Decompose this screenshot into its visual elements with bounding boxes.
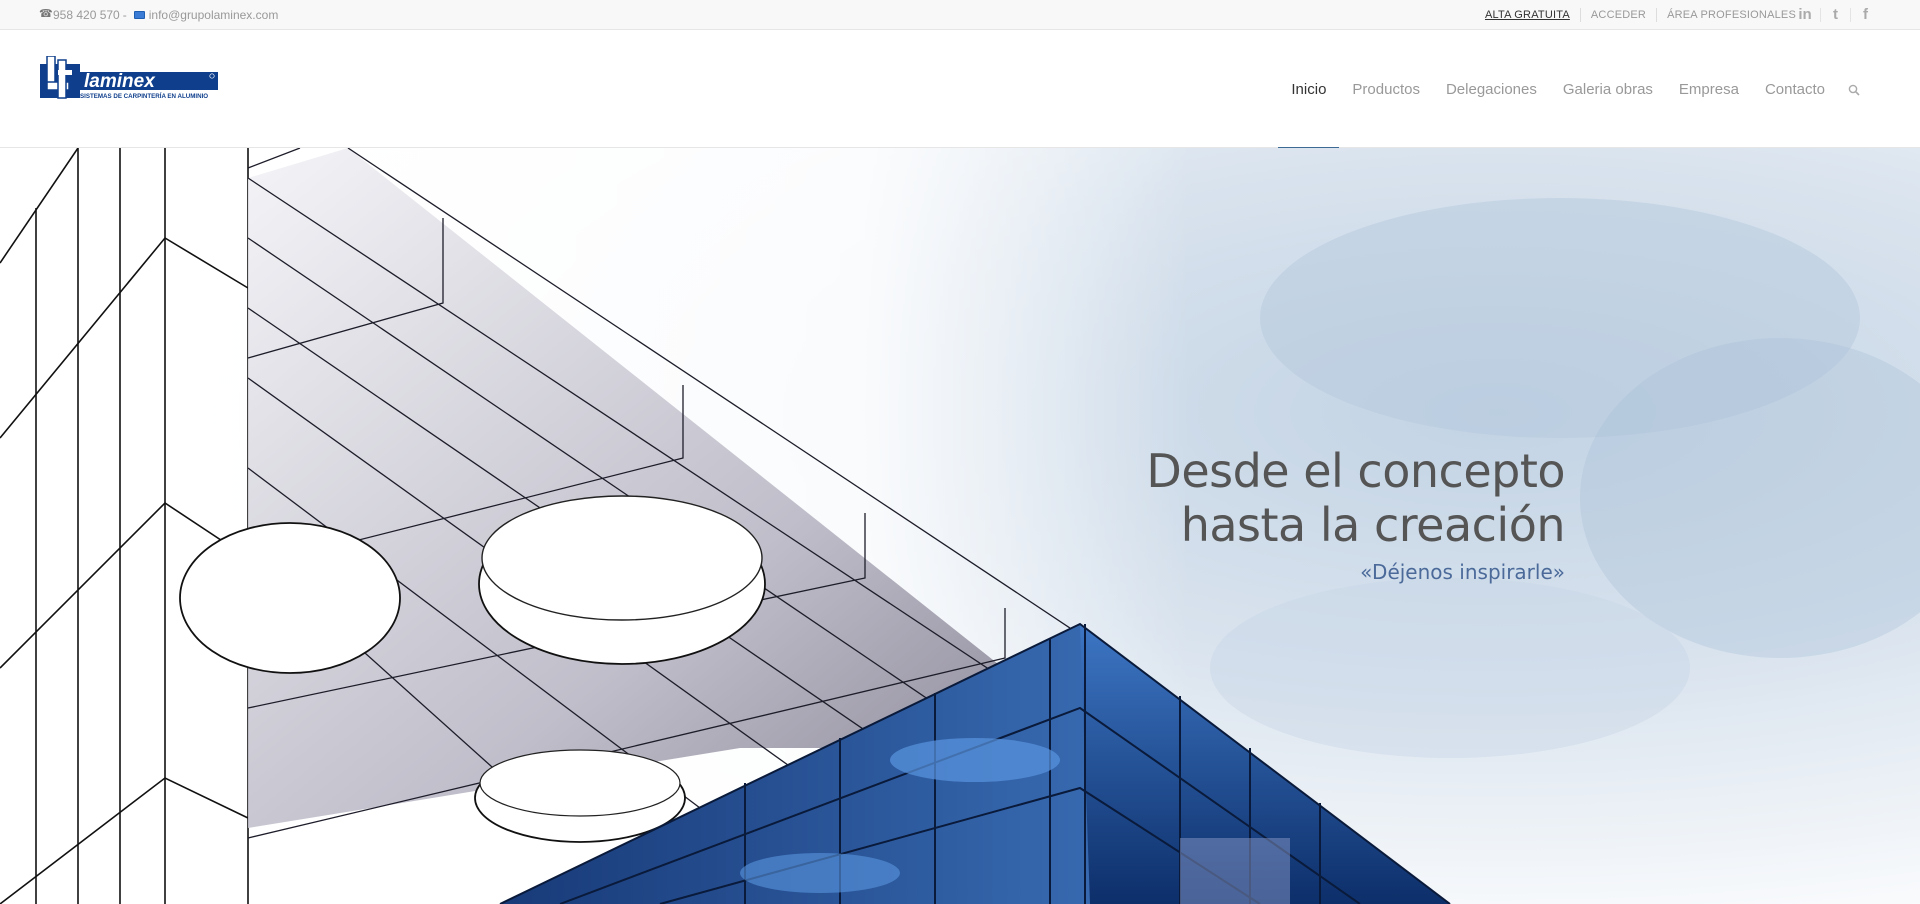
social-links: in t f	[1790, 0, 1880, 30]
search-icon[interactable]	[1838, 31, 1870, 148]
site-logo[interactable]: laminex SISTEMAS DE CARPINTERÍA EN ALUMI…	[40, 55, 220, 106]
area-profesionales-link[interactable]: ÁREA PROFESIONALES	[1656, 8, 1806, 22]
top-links: ALTA GRATUITA ACCEDER ÁREA PROFESIONALES	[1475, 0, 1806, 30]
hero-text: Desde el concepto hasta la creación «Déj…	[1146, 444, 1565, 584]
top-bar: 958 420 570 - info@grupolaminex.com ALTA…	[0, 0, 1920, 30]
hero-image	[0, 148, 1920, 904]
nav-galeria-obras[interactable]: Galeria obras	[1550, 31, 1666, 148]
acceder-link[interactable]: ACCEDER	[1579, 8, 1656, 22]
nav-empresa[interactable]: Empresa	[1666, 31, 1752, 148]
hero-banner: Desde el concepto hasta la creación «Déj…	[0, 148, 1920, 904]
phone-icon	[39, 7, 53, 20]
facebook-icon[interactable]: f	[1850, 7, 1880, 22]
nav-productos[interactable]: Productos	[1339, 31, 1433, 148]
nav-inicio[interactable]: Inicio	[1278, 31, 1340, 149]
nav-delegaciones[interactable]: Delegaciones	[1433, 31, 1550, 148]
hero-subtitle: «Déjenos inspirarle»	[1360, 560, 1565, 584]
phone-number[interactable]: 958 420 570	[53, 8, 120, 22]
contact-info: 958 420 570 - info@grupolaminex.com	[39, 0, 279, 30]
main-header: laminex SISTEMAS DE CARPINTERÍA EN ALUMI…	[0, 31, 1920, 149]
linkedin-icon[interactable]: in	[1790, 7, 1820, 22]
alta-gratuita-link[interactable]: ALTA GRATUITA	[1475, 8, 1580, 22]
contact-separator: -	[122, 8, 127, 22]
hero-title-line-1: Desde el concepto	[1146, 444, 1565, 498]
logo-brand: laminex	[84, 71, 156, 92]
laminex-logo: laminex SISTEMAS DE CARPINTERÍA EN ALUMI…	[40, 55, 218, 100]
logo-tagline: SISTEMAS DE CARPINTERÍA EN ALUMINIO	[80, 92, 208, 100]
twitter-icon[interactable]: t	[1820, 7, 1850, 22]
email-icon	[133, 11, 145, 19]
nav-contacto[interactable]: Contacto	[1752, 31, 1838, 148]
hero-title-line-2: hasta la creación	[1180, 498, 1566, 552]
email-link[interactable]: info@grupolaminex.com	[149, 8, 279, 22]
main-nav: Inicio Productos Delegaciones Galeria ob…	[1278, 31, 1870, 149]
